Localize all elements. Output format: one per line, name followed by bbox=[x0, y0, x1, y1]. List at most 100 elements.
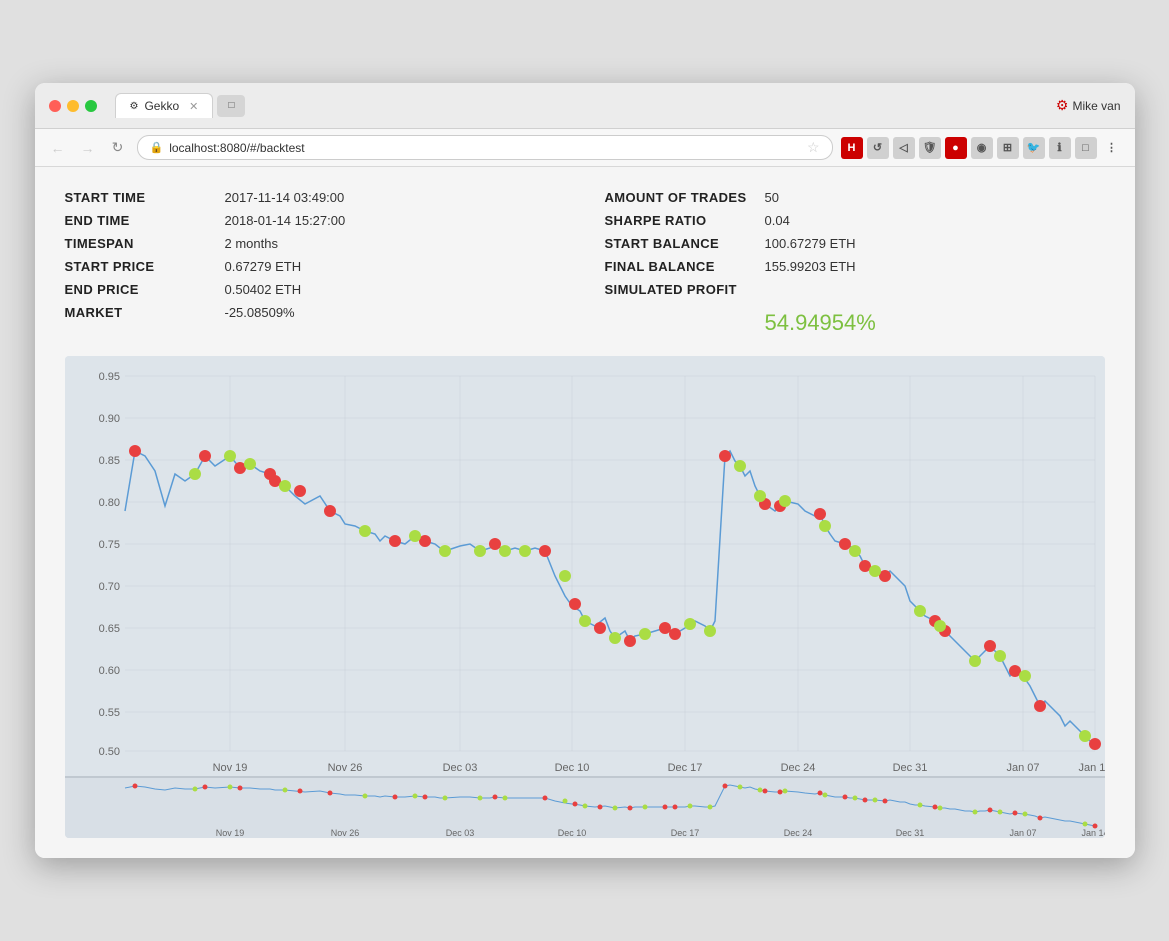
stats-right-col: AMOUNT OF TRADES 50 SHARPE RATIO 0.04 ST… bbox=[605, 187, 1105, 336]
active-tab[interactable]: ⚙ Gekko ✕ bbox=[115, 93, 214, 118]
title-bar: ⚙ Gekko ✕ □ ⚙ Mike van bbox=[35, 83, 1135, 129]
stat-label-start-price: START PRICE bbox=[65, 259, 225, 274]
stats-table: START TIME 2017-11-14 03:49:00 END TIME … bbox=[65, 187, 1105, 336]
extension-red-icon[interactable]: ● bbox=[945, 137, 967, 159]
svg-text:0.55: 0.55 bbox=[98, 707, 119, 719]
svg-text:0.90: 0.90 bbox=[98, 413, 119, 425]
minimize-button[interactable] bbox=[67, 100, 79, 112]
svg-text:Jan 14: Jan 14 bbox=[1078, 762, 1105, 774]
stat-value-start-time: 2017-11-14 03:49:00 bbox=[225, 190, 345, 205]
stat-value-market: -25.08509% bbox=[225, 305, 295, 320]
stat-value-end-time: 2018-01-14 15:27:00 bbox=[225, 213, 346, 228]
svg-text:0.75: 0.75 bbox=[98, 539, 119, 551]
user-icon: ⚙ bbox=[1056, 97, 1069, 114]
stat-label-final-balance: FINAL BALANCE bbox=[605, 259, 765, 274]
stat-value-timespan: 2 months bbox=[225, 236, 278, 251]
svg-text:Dec 17: Dec 17 bbox=[670, 828, 699, 838]
stat-value-start-balance: 100.67279 ETH bbox=[765, 236, 856, 251]
extension-info-icon[interactable]: ℹ bbox=[1049, 137, 1071, 159]
svg-text:0.85: 0.85 bbox=[98, 455, 119, 467]
address-input[interactable]: 🔒 localhost:8080/#/backtest ☆ bbox=[137, 135, 833, 160]
user-name: Mike van bbox=[1072, 99, 1120, 113]
stat-sharpe: SHARPE RATIO 0.04 bbox=[605, 210, 1105, 231]
extension-circle-icon[interactable]: ◉ bbox=[971, 137, 993, 159]
svg-text:Dec 10: Dec 10 bbox=[557, 828, 586, 838]
stat-start-price: START PRICE 0.67279 ETH bbox=[65, 256, 565, 277]
stat-label-start-balance: START BALANCE bbox=[605, 236, 765, 251]
address-bar: ← → ↻ 🔒 localhost:8080/#/backtest ☆ H ↺ … bbox=[35, 129, 1135, 167]
stat-value-amount-trades: 50 bbox=[765, 190, 779, 205]
svg-text:Dec 31: Dec 31 bbox=[892, 762, 927, 774]
stat-start-balance: START BALANCE 100.67279 ETH bbox=[605, 233, 1105, 254]
svg-text:Dec 03: Dec 03 bbox=[445, 828, 474, 838]
stat-label-end-price: END PRICE bbox=[65, 282, 225, 297]
browser-window: ⚙ Gekko ✕ □ ⚙ Mike van ← → ↻ 🔒 localhost… bbox=[35, 83, 1135, 858]
stat-profit-value: 54.94954% bbox=[765, 310, 1105, 336]
extension-h-icon[interactable]: H bbox=[841, 137, 863, 159]
stats-left-col: START TIME 2017-11-14 03:49:00 END TIME … bbox=[65, 187, 565, 336]
stat-label-amount-trades: AMOUNT OF TRADES bbox=[605, 190, 765, 205]
stat-value-end-price: 0.50402 ETH bbox=[225, 282, 302, 297]
svg-text:0.65: 0.65 bbox=[98, 623, 119, 635]
svg-text:Dec 24: Dec 24 bbox=[783, 828, 812, 838]
stat-end-time: END TIME 2018-01-14 15:27:00 bbox=[65, 210, 565, 231]
stat-timespan: TIMESPAN 2 months bbox=[65, 233, 565, 254]
extension-grid-icon[interactable]: ⊞ bbox=[997, 137, 1019, 159]
chart-container: 0.95 0.90 0.85 0.80 0.75 0.70 0.65 0.60 … bbox=[65, 356, 1105, 838]
stat-end-price: END PRICE 0.50402 ETH bbox=[65, 279, 565, 300]
address-url: localhost:8080/#/backtest bbox=[169, 141, 304, 155]
svg-text:0.80: 0.80 bbox=[98, 497, 119, 509]
extension-shield-icon[interactable]: 🛡 bbox=[919, 137, 941, 159]
extension-twitter-icon[interactable]: 🐦 bbox=[1023, 137, 1045, 159]
svg-text:0.50: 0.50 bbox=[98, 746, 119, 758]
svg-text:Nov 26: Nov 26 bbox=[330, 828, 359, 838]
stat-market: MARKET -25.08509% bbox=[65, 302, 565, 323]
svg-text:Jan 14: Jan 14 bbox=[1081, 828, 1105, 838]
stat-label-market: MARKET bbox=[65, 305, 225, 320]
menu-icon[interactable]: ⋮ bbox=[1101, 137, 1123, 159]
lock-icon: 🔒 bbox=[150, 141, 164, 154]
svg-text:0.60: 0.60 bbox=[98, 665, 119, 677]
svg-text:Nov 19: Nov 19 bbox=[212, 762, 247, 774]
extension-refresh-icon[interactable]: ↺ bbox=[867, 137, 889, 159]
stat-start-time: START TIME 2017-11-14 03:49:00 bbox=[65, 187, 565, 208]
svg-text:Jan 07: Jan 07 bbox=[1009, 828, 1036, 838]
stat-label-timespan: TIMESPAN bbox=[65, 236, 225, 251]
svg-text:Dec 24: Dec 24 bbox=[780, 762, 815, 774]
stat-value-final-balance: 155.99203 ETH bbox=[765, 259, 856, 274]
back-button[interactable]: ← bbox=[47, 137, 69, 159]
tab-favicon-icon: ⚙ bbox=[130, 101, 139, 112]
svg-text:Nov 19: Nov 19 bbox=[215, 828, 244, 838]
mini-chart: Nov 19 Nov 26 Dec 03 Dec 10 Dec 17 Dec 2… bbox=[65, 778, 1105, 838]
traffic-lights bbox=[49, 100, 97, 112]
forward-button[interactable]: → bbox=[77, 137, 99, 159]
new-tab-button[interactable]: □ bbox=[217, 95, 245, 117]
refresh-button[interactable]: ↻ bbox=[107, 137, 129, 159]
user-area: ⚙ Mike van bbox=[1056, 97, 1121, 114]
stat-value-sharpe: 0.04 bbox=[765, 213, 790, 228]
stat-label-end-time: END TIME bbox=[65, 213, 225, 228]
content-area: START TIME 2017-11-14 03:49:00 END TIME … bbox=[35, 167, 1135, 858]
svg-text:Jan 07: Jan 07 bbox=[1006, 762, 1039, 774]
tab-close-icon[interactable]: ✕ bbox=[189, 100, 198, 113]
svg-text:Dec 31: Dec 31 bbox=[895, 828, 924, 838]
toolbar-icons: H ↺ ◁ 🛡 ● ◉ ⊞ 🐦 ℹ □ ⋮ bbox=[841, 137, 1123, 159]
maximize-button[interactable] bbox=[85, 100, 97, 112]
stat-value-start-price: 0.67279 ETH bbox=[225, 259, 302, 274]
bookmark-icon[interactable]: ☆ bbox=[807, 139, 820, 156]
tab-area: ⚙ Gekko ✕ □ bbox=[115, 93, 1048, 118]
svg-text:0.95: 0.95 bbox=[98, 371, 119, 383]
svg-text:Dec 17: Dec 17 bbox=[667, 762, 702, 774]
stat-amount-trades: AMOUNT OF TRADES 50 bbox=[605, 187, 1105, 208]
tab-title: Gekko bbox=[144, 99, 179, 113]
close-button[interactable] bbox=[49, 100, 61, 112]
svg-text:Dec 10: Dec 10 bbox=[554, 762, 589, 774]
main-chart: 0.95 0.90 0.85 0.80 0.75 0.70 0.65 0.60 … bbox=[65, 356, 1105, 776]
stat-label-simulated-profit: SIMULATED PROFIT bbox=[605, 282, 765, 297]
stat-simulated-profit: SIMULATED PROFIT bbox=[605, 279, 1105, 300]
stat-label-sharpe: SHARPE RATIO bbox=[605, 213, 765, 228]
stat-label-start-time: START TIME bbox=[65, 190, 225, 205]
extension-pocket-icon[interactable]: ◁ bbox=[893, 137, 915, 159]
extension-box-icon[interactable]: □ bbox=[1075, 137, 1097, 159]
svg-text:Nov 26: Nov 26 bbox=[327, 762, 362, 774]
